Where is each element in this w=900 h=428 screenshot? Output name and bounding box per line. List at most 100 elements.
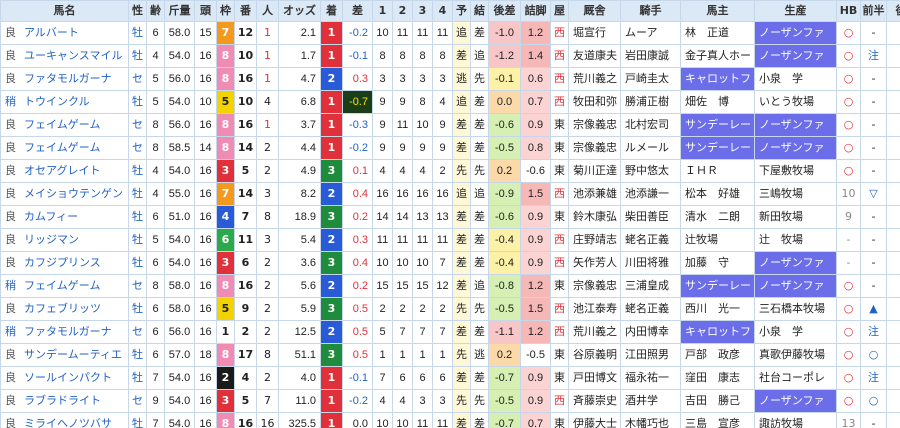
sex: 牡	[128, 205, 147, 229]
horse-name-cell[interactable]: 良フェイムゲーム	[0, 113, 129, 137]
horse-name-cell[interactable]: 良カムフィー	[0, 205, 129, 229]
table-row[interactable]: 良ラブラドライトセ 9 54.0 16 3 5 7 11.0 1 -0.2 4 4 3 3 先先 -0.5 0.…	[0, 389, 900, 413]
table-row[interactable]: 稍ファタモルガーナセ 6 56.0 16 1 2 2 12.5 2 0.5 5 7 7 7 差差 -1.1 1.…	[0, 320, 900, 344]
table-row[interactable]: 良ミライヘノツバサ牡 7 54.0 16 8 16 16 325.5 1 0.0 10 10 11 11 差…	[0, 412, 900, 428]
header-finish[interactable]: 着	[320, 0, 343, 22]
horse-name-cell[interactable]: 良ミライヘノツバサ	[0, 412, 129, 428]
horse-name-link[interactable]: リッジマン	[24, 233, 79, 246]
breeder: 諏訪牧場	[754, 412, 837, 428]
back-half-mark: ○	[886, 90, 900, 114]
horse-name-cell[interactable]: 稍ファタモルガーナ	[0, 320, 129, 344]
header-prediction[interactable]: 予	[452, 0, 471, 22]
horse-name-link[interactable]: ソールインパクト	[24, 371, 112, 384]
header-position-diff[interactable]: 後差	[488, 0, 521, 22]
horse-name-link[interactable]: ミライヘノツバサ	[24, 417, 112, 428]
horse-name-link[interactable]: カムフィー	[24, 210, 78, 223]
header-popularity[interactable]: 人	[256, 0, 279, 22]
header-odds[interactable]: オッズ	[278, 0, 321, 22]
horse-name-cell[interactable]: 稍トウインクル	[0, 90, 129, 114]
hb-mark: ○	[836, 136, 861, 160]
corner-position: 7	[372, 366, 393, 390]
trainer: 戸田博文	[568, 366, 621, 390]
horse-name-cell[interactable]: 良カフェブリッツ	[0, 297, 129, 321]
table-row[interactable]: 稍フェイムゲームセ 8 58.0 16 8 16 2 5.6 2 0.2 15 15 15 12 差追 -0.…	[0, 274, 900, 298]
horse-name-cell[interactable]: 良リッジマン	[0, 228, 129, 252]
horse-name-link[interactable]: オセアグレイト	[24, 164, 100, 177]
horse-name-link[interactable]: トウインクル	[24, 95, 90, 108]
age: 6	[146, 251, 165, 275]
horse-name-link[interactable]: ファタモルガーナ	[24, 325, 112, 338]
table-row[interactable]: 良オセアグレイト牡 4 54.0 16 3 5 2 4.9 3 0.1 4 4 4 2 先先 0.2 -0.6 東…	[0, 159, 900, 183]
horse-name-link[interactable]: メイショウテンゲン	[24, 187, 123, 200]
trainer: 庄野靖志	[568, 228, 621, 252]
table-row[interactable]: 良カフェブリッツ牡 6 58.0 16 5 9 2 5.9 3 0.5 2 2 2 2 先先 -0.5 1.5 西…	[0, 297, 900, 321]
table-row[interactable]: 良ユーキャンスマイル牡 4 54.0 16 8 10 1 1.7 1 -0.1 8 8 8 8 差追 -1.2…	[0, 44, 900, 68]
header-corner-3[interactable]: 3	[412, 0, 433, 22]
track-condition: 良	[5, 141, 16, 154]
header-back-half[interactable]: 後半	[886, 0, 900, 22]
table-row[interactable]: 良フェイムゲームセ 8 58.5 14 8 14 2 4.4 1 -0.2 9 9 9 9 差差 -0.5 0.…	[0, 136, 900, 160]
track-condition: 良	[5, 394, 16, 407]
header-front-half[interactable]: 前半	[860, 0, 887, 22]
header-horse-name[interactable]: 馬名	[0, 0, 129, 22]
front-half-mark: 注	[860, 366, 887, 390]
table-row[interactable]: 良フェイムゲームセ 8 56.0 16 8 16 1 3.7 1 -0.3 9 11 10 9 差差 -0.6…	[0, 113, 900, 137]
header-number[interactable]: 番	[234, 0, 257, 22]
horse-name-link[interactable]: カフェブリッツ	[24, 302, 101, 315]
horse-name-link[interactable]: カフジプリンス	[24, 256, 101, 269]
horse-name-cell[interactable]: 良オセアグレイト	[0, 159, 129, 183]
horse-name-cell[interactable]: 良フェイムゲーム	[0, 136, 129, 160]
horse-name-link[interactable]: ファタモルガーナ	[24, 72, 112, 85]
header-sex[interactable]: 性	[128, 0, 147, 22]
table-row[interactable]: 良サンデームーティエ牡 6 57.0 18 8 17 8 51.1 3 0.5 1 1 1 1 先逃 0.2-…	[0, 343, 900, 367]
horse-name-cell[interactable]: 良アルバート	[0, 21, 129, 45]
header-stable-region[interactable]: 屋	[550, 0, 569, 22]
header-age[interactable]: 齢	[146, 0, 165, 22]
header-waku[interactable]: 枠	[216, 0, 235, 22]
header-weight[interactable]: 斤量	[164, 0, 195, 22]
header-owner[interactable]: 馬主	[680, 0, 755, 22]
header-corner-1[interactable]: 1	[372, 0, 393, 22]
horse-name-link[interactable]: フェイムゲーム	[24, 141, 100, 154]
header-margin[interactable]: 差	[342, 0, 373, 22]
horse-name-link[interactable]: ラブラドライト	[24, 394, 101, 407]
horse-name-cell[interactable]: 良メイショウテンゲン	[0, 182, 129, 206]
header-final-leg[interactable]: 詰脚	[520, 0, 551, 22]
horse-name-cell[interactable]: 良ユーキャンスマイル	[0, 44, 129, 68]
table-row[interactable]: 良ファタモルガーナセ 5 56.0 16 8 16 1 4.7 2 0.3 3 3 3 3 逃先 -0.1 0.…	[0, 67, 900, 91]
table-row[interactable]: 稍トウインクル牡 5 54.0 10 5 10 4 6.8 1 -0.7 9 9 8 4 追差 0.0 0.7 西…	[0, 90, 900, 114]
track-condition: 良	[5, 49, 16, 62]
horse-name-cell[interactable]: 稍フェイムゲーム	[0, 274, 129, 298]
header-corner-4[interactable]: 4	[432, 0, 453, 22]
header-hb[interactable]: HB	[836, 0, 861, 22]
horse-name-cell[interactable]: 良カフジプリンス	[0, 251, 129, 275]
sex: 牡	[128, 251, 147, 275]
finish-position: 3	[320, 343, 343, 367]
header-result[interactable]: 結	[470, 0, 489, 22]
horse-name-link[interactable]: ユーキャンスマイル	[24, 49, 122, 62]
horse-name-cell[interactable]: 良ソールインパクト	[0, 366, 129, 390]
header-jockey[interactable]: 騎手	[620, 0, 681, 22]
corner-position: 2	[412, 297, 433, 321]
table-row[interactable]: 良カムフィー牡 6 51.0 16 4 7 8 18.9 3 0.2 14 14 13 13 差差 -0.6 0…	[0, 205, 900, 229]
table-row[interactable]: 良ソールインパクト牡 7 54.0 16 2 4 2 4.0 1 -0.1 7 6 6 6 差差 -0.7 0.…	[0, 366, 900, 390]
horse-name-link[interactable]: アルバート	[24, 26, 79, 39]
horse-name-cell[interactable]: 良ファタモルガーナ	[0, 67, 129, 91]
margin: 0.3	[342, 228, 373, 252]
header-heads[interactable]: 頭	[194, 0, 217, 22]
table-row[interactable]: 良アルバート牡 6 58.0 15 7 12 1 2.1 1 -0.2 10 11 11 11 追差 -1.0…	[0, 21, 900, 45]
horse-name-link[interactable]: フェイムゲーム	[24, 118, 100, 131]
table-row[interactable]: 良リッジマン牡 5 54.0 16 6 11 3 5.4 2 0.3 11 11 11 11 差差 -0.4 0…	[0, 228, 900, 252]
table-row[interactable]: 良メイショウテンゲン牡 4 55.0 16 7 14 3 8.2 2 0.4 16 16 16 16 追追 -…	[0, 182, 900, 206]
horse-name-link[interactable]: サンデームーティエ	[24, 348, 122, 361]
horse-name-cell[interactable]: 良ラブラドライト	[0, 389, 129, 413]
table-row[interactable]: 良カフジプリンス牡 6 54.0 16 3 6 2 3.6 3 0.4 10 10 10 7 差差 -0.4 0…	[0, 251, 900, 275]
header-corner-2[interactable]: 2	[392, 0, 413, 22]
header-breeder[interactable]: 生産	[754, 0, 837, 22]
horse-name-link[interactable]: フェイムゲーム	[24, 279, 100, 292]
horse-name-cell[interactable]: 良サンデームーティエ	[0, 343, 129, 367]
header-trainer[interactable]: 厩舎	[568, 0, 621, 22]
carried-weight: 56.0	[164, 113, 195, 137]
stable-region: 東	[550, 205, 569, 229]
breeder: 小泉 学	[754, 320, 837, 344]
